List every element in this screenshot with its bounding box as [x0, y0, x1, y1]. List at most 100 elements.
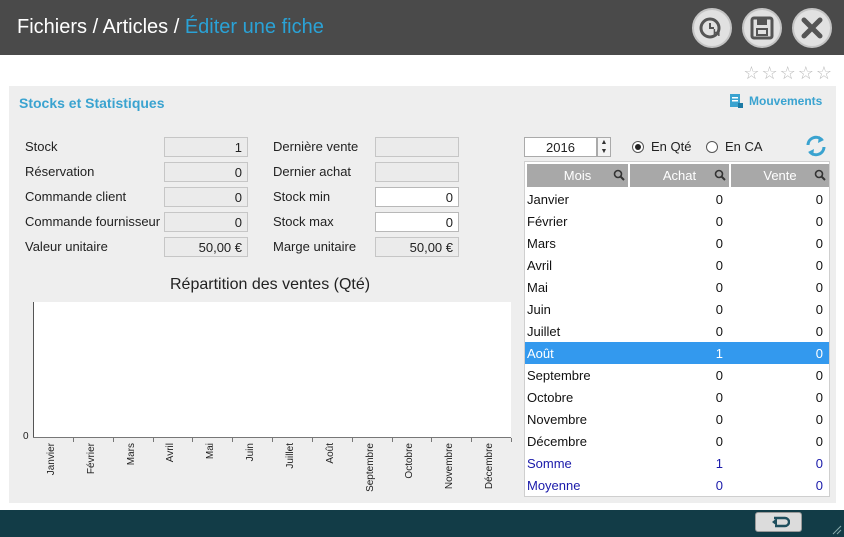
- stock-max-label: Stock max: [273, 214, 334, 229]
- chart-x-label: Janvier: [46, 443, 57, 476]
- cell-achat: 0: [715, 214, 723, 229]
- chart-x-label: Mai: [205, 443, 216, 460]
- table-row[interactable]: Novembre 0 0: [525, 408, 829, 430]
- cell-vente: 0: [815, 280, 823, 295]
- history-letter: H: [713, 28, 720, 39]
- chart-x-label: Septembre: [365, 443, 376, 492]
- cell-achat: 0: [715, 280, 723, 295]
- chart-x-label: Mars: [126, 443, 137, 466]
- table-row[interactable]: Avril 0 0: [525, 254, 829, 276]
- cell-vente: 0: [815, 258, 823, 273]
- cell-achat: 0: [715, 324, 723, 339]
- spin-up-icon[interactable]: ▲: [598, 138, 610, 147]
- section-title: Stocks et Statistiques: [19, 95, 165, 111]
- magnifier-icon[interactable]: [814, 169, 826, 181]
- table-row[interactable]: Mai 0 0: [525, 276, 829, 298]
- cell-vente: 0: [815, 412, 823, 427]
- table-row[interactable]: Décembre 0 0: [525, 430, 829, 452]
- commande-client-field: 0: [164, 187, 248, 207]
- marge-unitaire-label: Marge unitaire: [273, 239, 357, 254]
- reservation-field: 0: [164, 162, 248, 182]
- cell-mois: Mai: [527, 280, 548, 295]
- column-header-mois[interactable]: Mois: [527, 164, 628, 187]
- chart-x-tick: [431, 438, 432, 442]
- table-row[interactable]: Février 0 0: [525, 210, 829, 232]
- table-row-somme[interactable]: Somme 1 0: [525, 452, 829, 474]
- radio-en-ca-label: En CA: [725, 139, 763, 154]
- chart-x-tick: [352, 438, 353, 442]
- cell-vente: 0: [815, 456, 823, 471]
- reservation-label: Réservation: [25, 164, 95, 179]
- spin-down-icon[interactable]: ▼: [598, 147, 610, 156]
- document-icon: [730, 94, 743, 108]
- cell-achat: 1: [715, 346, 723, 361]
- chart-x-tick: [73, 438, 74, 442]
- table-row[interactable]: Septembre 0 0: [525, 364, 829, 386]
- column-header-achat[interactable]: Achat: [630, 164, 729, 187]
- radio-en-ca[interactable]: En CA: [706, 139, 763, 154]
- save-button[interactable]: [742, 8, 782, 48]
- cell-achat: 0: [715, 368, 723, 383]
- cell-mois: Novembre: [527, 412, 587, 427]
- cell-achat: 0: [715, 434, 723, 449]
- stock-label: Stock: [25, 139, 58, 154]
- table-row[interactable]: Octobre 0 0: [525, 386, 829, 408]
- cell-achat: 0: [715, 390, 723, 405]
- cell-achat: 0: [715, 236, 723, 251]
- cell-vente: 0: [815, 346, 823, 361]
- table-row[interactable]: Mars 0 0: [525, 232, 829, 254]
- magnifier-icon[interactable]: [613, 169, 625, 181]
- breadcrumb-articles[interactable]: Articles: [103, 16, 169, 38]
- breadcrumb-separator: /: [87, 16, 103, 38]
- back-button[interactable]: [755, 512, 802, 532]
- radio-en-qte[interactable]: En Qté: [632, 139, 691, 154]
- breadcrumb-separator: /: [168, 16, 185, 38]
- history-button[interactable]: H: [692, 8, 732, 48]
- breadcrumb-fichiers[interactable]: Fichiers: [17, 16, 87, 38]
- year-spinner[interactable]: ▲ ▼: [597, 137, 611, 157]
- table-row[interactable]: Juin 0 0: [525, 298, 829, 320]
- breadcrumb-current: Éditer une fiche: [184, 16, 324, 38]
- close-button[interactable]: [792, 8, 832, 48]
- cell-mois: Février: [527, 214, 568, 229]
- title-bar: Fichiers / Articles / Éditer une fiche H: [0, 0, 844, 55]
- cell-achat: 0: [715, 258, 723, 273]
- commande-client-label: Commande client: [25, 189, 127, 204]
- table-row[interactable]: Juillet 0 0: [525, 320, 829, 342]
- column-header-label: Achat: [662, 168, 697, 183]
- rating-stars[interactable]: ☆☆☆☆☆: [743, 63, 834, 84]
- cell-mois: Juillet: [527, 324, 561, 339]
- save-icon: [750, 16, 774, 40]
- chart-x-label: Avril: [165, 443, 176, 463]
- cell-vente: 0: [815, 368, 823, 383]
- resize-grip-icon[interactable]: [832, 525, 842, 535]
- movements-link[interactable]: Mouvements: [729, 93, 822, 109]
- breadcrumb: Fichiers / Articles / Éditer une fiche: [17, 16, 324, 39]
- radio-circle[interactable]: [632, 140, 644, 153]
- table-row[interactable]: Août 1 0: [525, 342, 829, 364]
- radio-circle[interactable]: [706, 140, 718, 153]
- derniere-vente-field: [375, 137, 459, 157]
- cell-vente: 0: [815, 236, 823, 251]
- chart-x-label: Novembre: [444, 443, 455, 490]
- history-icon: H: [699, 17, 721, 39]
- column-header-label: Vente: [763, 168, 797, 183]
- return-arrow-icon: [771, 516, 790, 528]
- magnifier-icon[interactable]: [714, 169, 726, 181]
- table-row[interactable]: Janvier 0 0: [525, 188, 829, 210]
- year-input[interactable]: 2016: [524, 137, 597, 157]
- footer-bar: [0, 510, 844, 537]
- table-row-moyenne[interactable]: Moyenne 0 0: [525, 474, 829, 496]
- cell-mois: Somme: [527, 456, 572, 471]
- cell-achat: 0: [715, 412, 723, 427]
- column-header-vente[interactable]: Vente: [731, 164, 829, 187]
- stats-table: Mois Achat Vente Janvier 0 0 Février 0 0 Mars 0…: [524, 161, 830, 497]
- stock-min-input[interactable]: 0: [375, 187, 459, 207]
- cell-vente: 0: [815, 434, 823, 449]
- stock-max-input[interactable]: 0: [375, 212, 459, 232]
- refresh-button[interactable]: [804, 134, 828, 161]
- chart-x-tick: [392, 438, 393, 442]
- commande-fournisseur-field: 0: [164, 212, 248, 232]
- cell-mois: Septembre: [527, 368, 591, 383]
- chart-x-label: Décembre: [484, 443, 495, 490]
